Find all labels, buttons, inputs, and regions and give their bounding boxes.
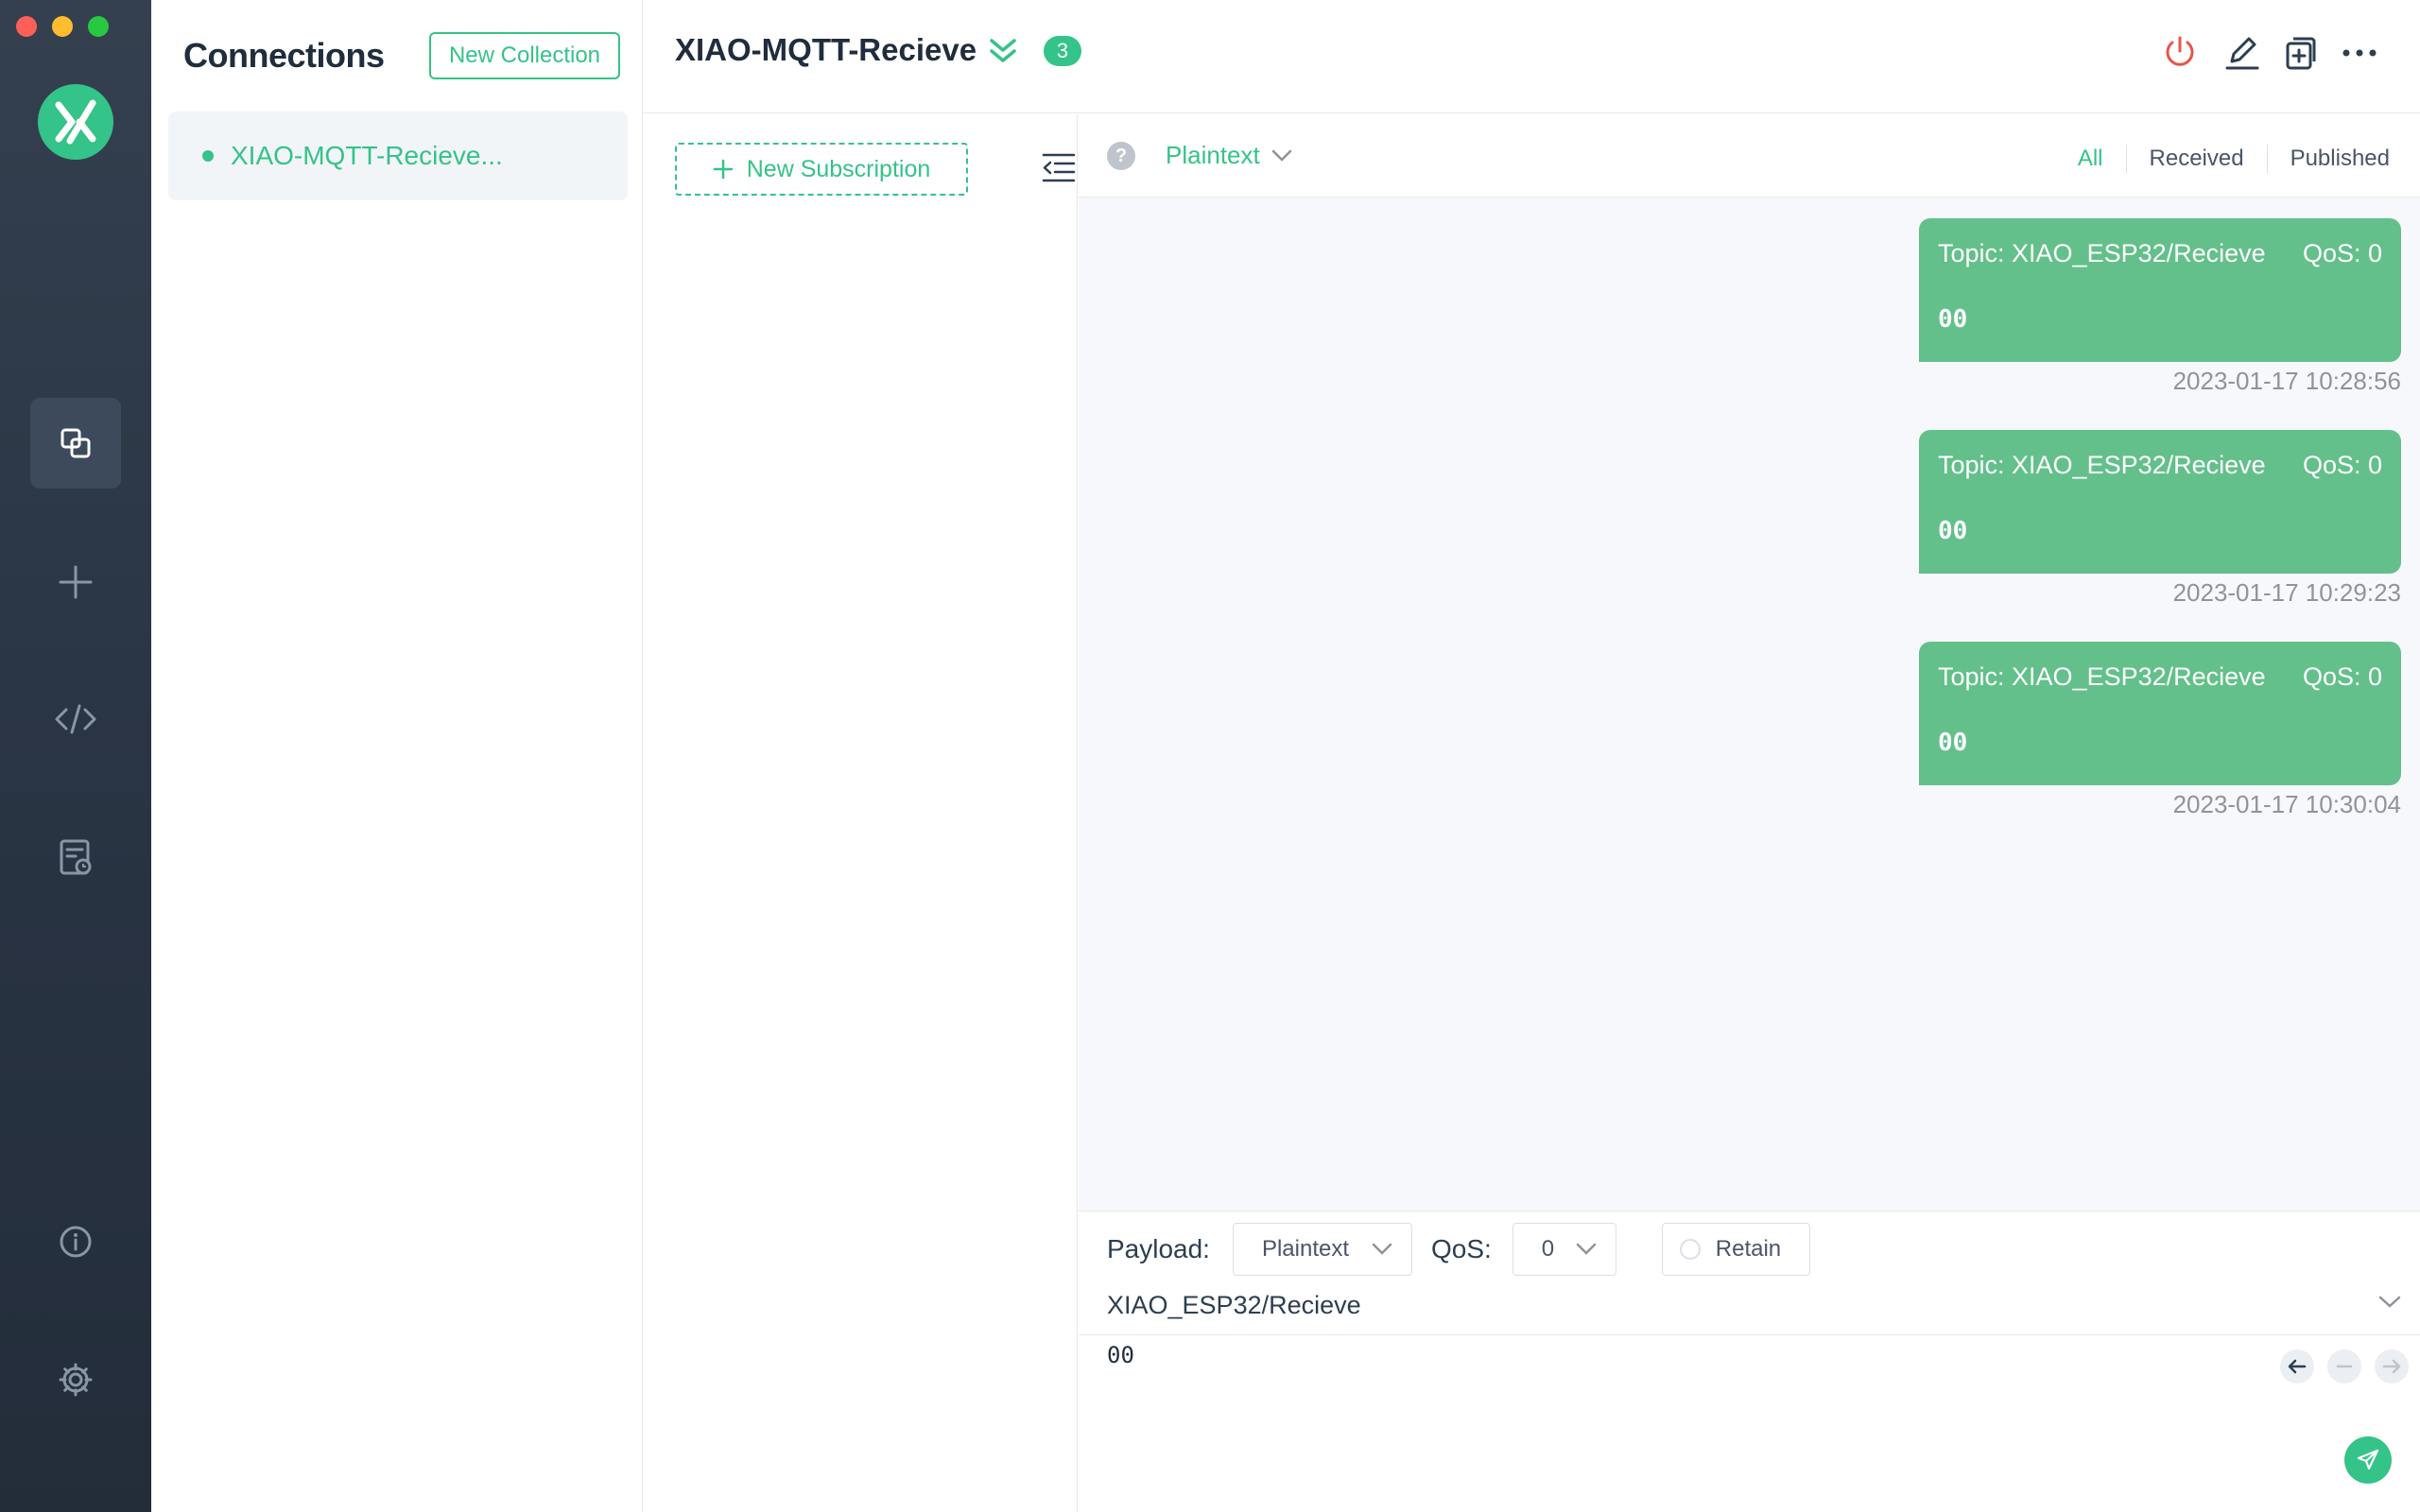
connection-header: XIAO-MQTT-Recieve 3 bbox=[643, 0, 2420, 113]
power-icon bbox=[2166, 36, 2194, 66]
new-subscription-button[interactable]: New Subscription bbox=[675, 143, 968, 196]
sidebar-item-script[interactable] bbox=[30, 674, 121, 765]
sidebar-item-settings[interactable] bbox=[30, 1334, 121, 1425]
message-timestamp: 2023-01-17 10:29:23 bbox=[2172, 578, 2401, 607]
message-payload: 00 bbox=[1938, 517, 1968, 545]
message-filter-tabs: All Received Published bbox=[2055, 145, 2390, 173]
connections-icon bbox=[60, 428, 91, 458]
message-payload: 00 bbox=[1938, 305, 1968, 334]
chevron-down-icon bbox=[1576, 1243, 1597, 1255]
sidebar-item-log[interactable] bbox=[30, 812, 121, 902]
message-bubble[interactable]: Topic: XIAO_ESP32/Recieve QoS: 0 00 bbox=[1919, 218, 2401, 362]
retain-toggle[interactable]: Retain bbox=[1661, 1223, 1811, 1276]
new-collection-button[interactable]: New Collection bbox=[429, 32, 620, 79]
connection-status-dot bbox=[202, 150, 214, 162]
qos-label: QoS: bbox=[1430, 1234, 1492, 1263]
payload-label: Payload: bbox=[1107, 1234, 1210, 1263]
subscriptions-panel: New Subscription bbox=[643, 114, 1078, 1512]
message-bubble[interactable]: Topic: XIAO_ESP32/Recieve QoS: 0 00 bbox=[1919, 430, 2401, 574]
add-window-icon bbox=[2286, 37, 2316, 70]
indent-icon bbox=[1042, 153, 1076, 182]
publish-payload-format-value: Plaintext bbox=[1261, 1236, 1350, 1262]
minus-icon bbox=[2336, 1365, 2353, 1368]
message-topic: Topic: XIAO_ESP32/Recieve bbox=[1938, 239, 2266, 267]
plus-icon bbox=[713, 159, 733, 180]
tab-published[interactable]: Published bbox=[2268, 146, 2390, 172]
divider bbox=[1079, 1334, 2420, 1335]
chevron-down-icon bbox=[1372, 1243, 1392, 1255]
app-logo bbox=[38, 84, 113, 160]
payload-format-select[interactable]: Plaintext bbox=[1166, 141, 1292, 170]
message-qos: QoS: 0 bbox=[2302, 239, 2382, 267]
history-back-button[interactable] bbox=[2280, 1349, 2314, 1383]
collapse-subscriptions-button[interactable] bbox=[1040, 152, 1076, 189]
message-topic: Topic: XIAO_ESP32/Recieve bbox=[1938, 451, 2266, 479]
message-payload: 00 bbox=[1938, 729, 1968, 757]
topic-history-toggle[interactable] bbox=[2378, 1295, 2401, 1314]
history-forward-button[interactable] bbox=[2375, 1349, 2409, 1383]
message-bubble[interactable]: Topic: XIAO_ESP32/Recieve QoS: 0 00 bbox=[1919, 642, 2401, 785]
publish-panel: Payload: Plaintext QoS: 0 Retain XIAO_ES… bbox=[1079, 1211, 2420, 1512]
chevron-down-icon bbox=[2378, 1296, 2401, 1308]
edit-connection-button[interactable] bbox=[2223, 34, 2261, 72]
message-timestamp: 2023-01-17 10:28:56 bbox=[2172, 367, 2401, 395]
expand-details-button[interactable] bbox=[987, 36, 1019, 71]
message-count-badge: 3 bbox=[1044, 36, 1081, 66]
tab-received[interactable]: Received bbox=[2127, 146, 2267, 172]
chevron-down-icon bbox=[1271, 149, 1291, 162]
history-reset-button[interactable] bbox=[2327, 1349, 2361, 1383]
connection-item[interactable]: XIAO-MQTT-Recieve... bbox=[168, 112, 628, 200]
send-button[interactable] bbox=[2344, 1436, 2392, 1484]
info-icon bbox=[60, 1226, 92, 1258]
close-window-button[interactable] bbox=[16, 16, 37, 37]
new-subscription-label: New Subscription bbox=[746, 155, 931, 182]
sidebar-item-connections[interactable] bbox=[30, 398, 121, 489]
messages-panel: ? Plaintext All Received Published Topic… bbox=[1079, 114, 2420, 1211]
message-qos: QoS: 0 bbox=[2302, 662, 2382, 691]
arrow-left-icon bbox=[2288, 1359, 2307, 1374]
code-icon bbox=[55, 704, 96, 734]
publish-payload-format-select[interactable]: Plaintext bbox=[1232, 1223, 1412, 1276]
message-qos: QoS: 0 bbox=[2302, 451, 2382, 479]
more-options-button[interactable] bbox=[2341, 34, 2378, 72]
sidebar-item-about[interactable] bbox=[30, 1196, 121, 1287]
disconnect-button[interactable] bbox=[2161, 34, 2199, 72]
message-topic: Topic: XIAO_ESP32/Recieve bbox=[1938, 662, 2266, 691]
minimize-window-button[interactable] bbox=[52, 16, 73, 37]
message-timestamp: 2023-01-17 10:30:04 bbox=[2172, 790, 2401, 818]
edit-icon bbox=[2225, 37, 2259, 70]
tab-all[interactable]: All bbox=[2055, 146, 2126, 172]
qos-select[interactable]: 0 bbox=[1512, 1223, 1616, 1276]
zoom-window-button[interactable] bbox=[88, 16, 109, 37]
send-icon bbox=[2357, 1449, 2379, 1470]
window-controls bbox=[16, 16, 109, 37]
retain-label: Retain bbox=[1715, 1236, 1782, 1262]
more-icon bbox=[2342, 49, 2377, 57]
arrow-right-icon bbox=[2382, 1359, 2401, 1374]
publish-payload-editor[interactable]: 00 bbox=[1107, 1342, 1134, 1368]
help-icon[interactable]: ? bbox=[1107, 142, 1135, 170]
connections-panel: Connections New Collection XIAO-MQTT-Rec… bbox=[151, 0, 643, 1512]
new-window-button[interactable] bbox=[2282, 34, 2320, 72]
connections-title: Connections bbox=[183, 36, 385, 75]
plus-icon bbox=[59, 565, 93, 599]
log-icon bbox=[60, 839, 92, 875]
connection-title: XIAO-MQTT-Recieve bbox=[675, 32, 977, 67]
publish-topic-input[interactable]: XIAO_ESP32/Recieve bbox=[1107, 1291, 2393, 1320]
message-filter-bar: ? Plaintext All Received Published bbox=[1079, 114, 2420, 198]
payload-format-value: Plaintext bbox=[1166, 141, 1260, 169]
connection-name: XIAO-MQTT-Recieve... bbox=[231, 141, 503, 170]
qos-value: 0 bbox=[1541, 1236, 1555, 1262]
gear-icon bbox=[59, 1363, 93, 1397]
publish-options: Payload: Plaintext QoS: 0 Retain bbox=[1107, 1223, 1811, 1276]
double-chevron-down-icon bbox=[990, 39, 1016, 62]
sidebar-item-new-connection[interactable] bbox=[30, 537, 121, 627]
retain-radio[interactable] bbox=[1679, 1239, 1701, 1260]
mqttx-logo-icon bbox=[55, 99, 96, 145]
app-sidebar bbox=[0, 0, 151, 1512]
